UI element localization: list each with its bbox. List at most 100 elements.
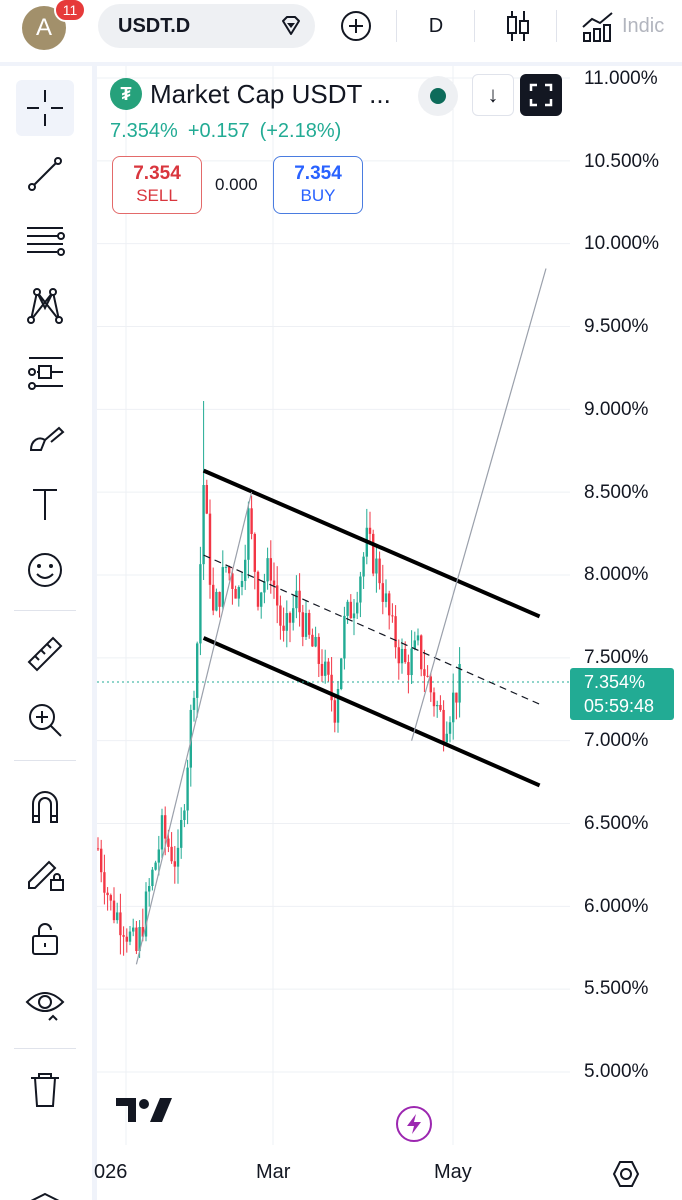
candle-body bbox=[452, 692, 455, 723]
candles-layer bbox=[97, 401, 461, 958]
candle-body bbox=[413, 640, 416, 649]
candle-body bbox=[269, 558, 272, 581]
candle-body bbox=[420, 635, 423, 670]
candle-body bbox=[384, 593, 388, 602]
forecast-tool[interactable] bbox=[16, 344, 74, 400]
market-status-button[interactable] bbox=[418, 76, 458, 116]
price-axis-label: 6.500% bbox=[584, 813, 649, 834]
symbol-title: Market Cap USDT ... bbox=[150, 78, 391, 109]
unlock-icon bbox=[32, 923, 58, 955]
indicators-button[interactable]: Indic bbox=[580, 4, 682, 48]
candle-body bbox=[97, 848, 100, 850]
price-axis-label: 9.000% bbox=[584, 399, 649, 420]
fullscreen-icon bbox=[529, 83, 553, 107]
fullscreen-button[interactable] bbox=[520, 74, 562, 116]
collapse-legend-button[interactable]: ↓ bbox=[472, 74, 514, 116]
candle-body bbox=[132, 927, 135, 932]
candle-body bbox=[458, 663, 461, 703]
layers-tool[interactable] bbox=[16, 1166, 74, 1200]
text-tool[interactable] bbox=[16, 476, 74, 532]
price-axis-label: 5.500% bbox=[584, 978, 649, 999]
lock-drawings-tool[interactable] bbox=[16, 844, 74, 900]
candle-body bbox=[378, 558, 381, 584]
market-status-dot bbox=[430, 88, 446, 104]
candle-body bbox=[333, 700, 336, 723]
zoom-in-icon bbox=[29, 704, 62, 737]
emoji-tool[interactable] bbox=[16, 542, 74, 598]
candle-body bbox=[324, 661, 327, 676]
candle-body bbox=[122, 935, 125, 937]
candle-body bbox=[240, 580, 244, 588]
buy-price: 7.354 bbox=[294, 163, 342, 184]
crosshair-tool[interactable] bbox=[16, 80, 74, 136]
candle-body bbox=[394, 616, 397, 648]
toolbar-separator bbox=[556, 10, 557, 42]
interval-button[interactable]: D bbox=[416, 4, 456, 48]
buy-button[interactable]: 7.354 BUY bbox=[273, 156, 363, 214]
candle-body bbox=[170, 846, 173, 862]
lightning-icon bbox=[407, 1114, 421, 1134]
settings-gear-icon[interactable] bbox=[610, 1158, 642, 1190]
candle-body bbox=[375, 558, 378, 574]
price-axis-label: 7.500% bbox=[584, 647, 649, 668]
candle-body bbox=[288, 613, 292, 623]
candle-body bbox=[228, 566, 231, 574]
candle-body bbox=[176, 847, 180, 867]
candle-body bbox=[397, 647, 400, 664]
candle-body bbox=[135, 927, 138, 952]
price-axis-label: 8.000% bbox=[584, 564, 649, 585]
candle-body bbox=[439, 705, 442, 710]
candle-body bbox=[237, 587, 240, 599]
add-symbol-button[interactable] bbox=[336, 4, 376, 48]
candle-body bbox=[381, 583, 384, 602]
brush-tool[interactable] bbox=[16, 410, 74, 466]
candle-body bbox=[429, 676, 432, 693]
candle-body bbox=[119, 912, 122, 936]
candle-body bbox=[180, 820, 183, 848]
remove-drawings-tool[interactable] bbox=[16, 1062, 74, 1118]
fib-tool[interactable] bbox=[16, 212, 74, 268]
candle-body bbox=[116, 912, 119, 921]
candle-body bbox=[448, 722, 452, 734]
text-icon bbox=[33, 489, 57, 520]
diamond-icon[interactable] bbox=[277, 12, 305, 40]
candle-body bbox=[327, 661, 330, 675]
trendline-projection bbox=[411, 268, 547, 741]
sell-button[interactable]: 7.354 SELL bbox=[112, 156, 202, 214]
hide-drawings-tool[interactable] bbox=[16, 976, 74, 1032]
symbol-legend[interactable]: ₮ Market Cap USDT ... bbox=[110, 78, 391, 110]
pattern-tool[interactable] bbox=[16, 278, 74, 334]
candle-body bbox=[205, 485, 208, 514]
candle-body bbox=[199, 564, 202, 644]
lock-all-tool[interactable] bbox=[16, 910, 74, 966]
zoom-tool[interactable] bbox=[16, 692, 74, 748]
sell-label: SELL bbox=[136, 186, 178, 205]
candle-body bbox=[109, 895, 112, 901]
magnet-tool[interactable] bbox=[16, 778, 74, 834]
candle-body bbox=[183, 810, 186, 821]
candle-body bbox=[112, 900, 116, 921]
candle-body bbox=[234, 588, 237, 599]
candle-body bbox=[279, 605, 282, 626]
candle-body bbox=[282, 625, 285, 631]
candle-body bbox=[336, 689, 340, 723]
candle-body bbox=[391, 615, 394, 617]
flash-button[interactable] bbox=[396, 1106, 432, 1142]
candle-body bbox=[410, 648, 413, 676]
trend-line-tool[interactable] bbox=[16, 146, 74, 202]
candle-body bbox=[125, 936, 128, 942]
trendline-rally-line bbox=[135, 492, 253, 965]
candle-body bbox=[167, 838, 170, 847]
measure-tool[interactable] bbox=[16, 626, 74, 682]
symbol-search[interactable]: USDT.D bbox=[98, 4, 315, 48]
candle-body bbox=[416, 635, 420, 641]
candle-body bbox=[352, 613, 356, 619]
ruler-icon bbox=[27, 636, 63, 672]
chart-type-button[interactable] bbox=[498, 4, 538, 48]
candle-body bbox=[253, 533, 256, 572]
candle-body bbox=[388, 593, 391, 616]
candle-body bbox=[340, 658, 343, 690]
price-axis-label: 10.500% bbox=[584, 151, 660, 172]
toolbar-divider bbox=[14, 760, 76, 761]
current-price-tag: 7.354% 05:59:48 bbox=[570, 668, 674, 720]
